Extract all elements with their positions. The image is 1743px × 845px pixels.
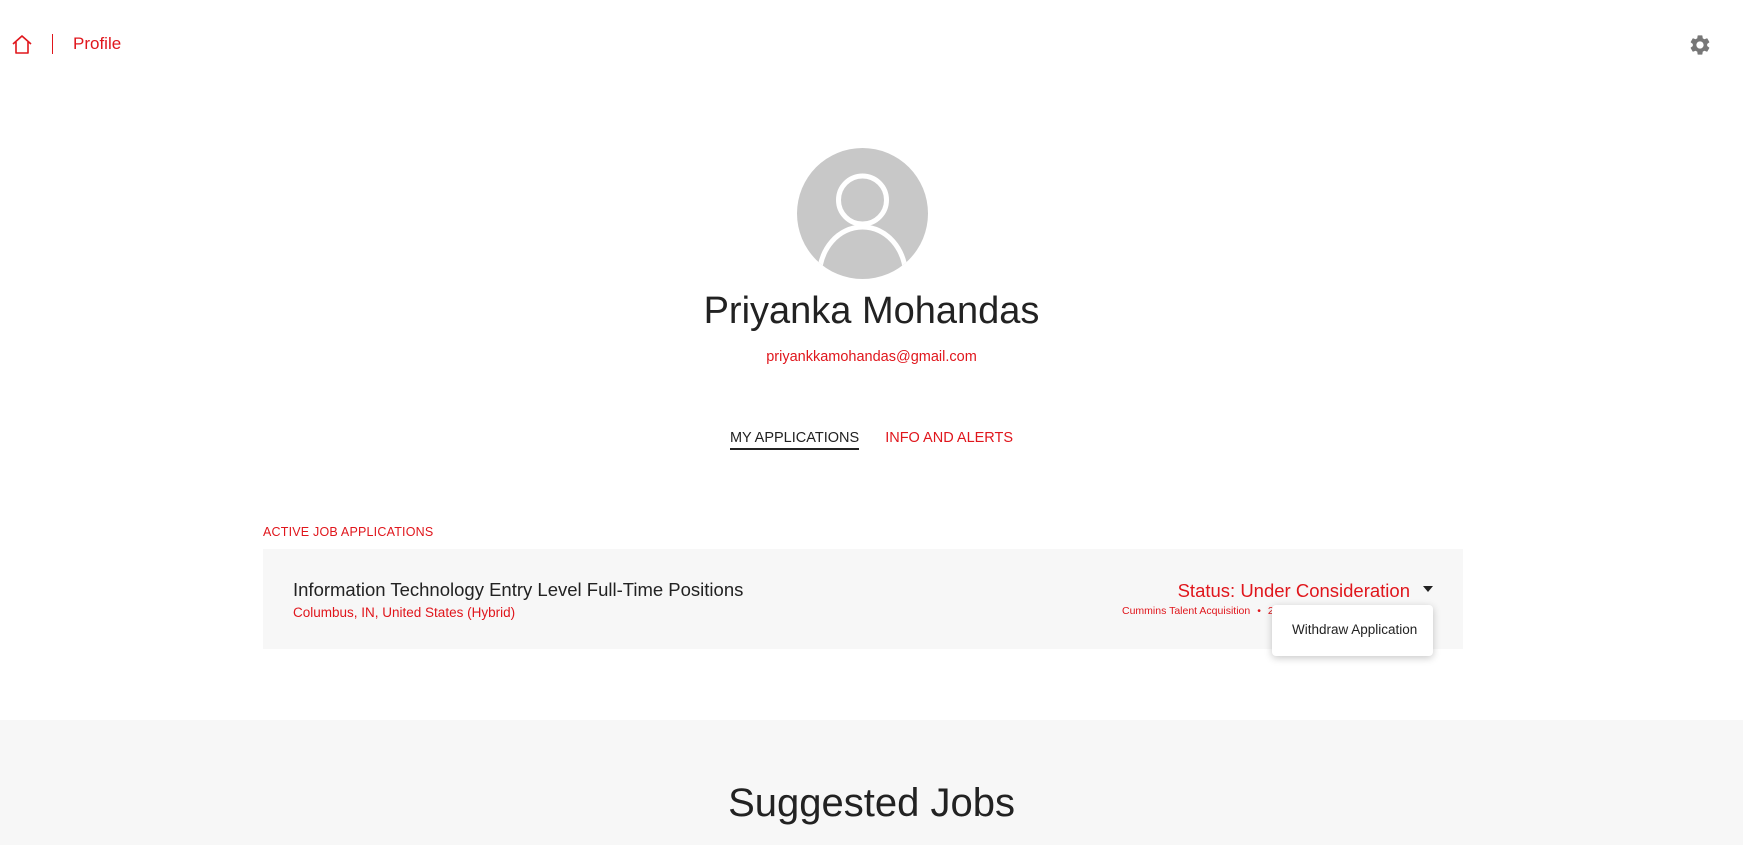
home-icon[interactable] (11, 34, 33, 54)
breadcrumb-profile: Profile (73, 34, 122, 53)
job-title-link[interactable]: Information Technology Entry Level Full-… (293, 579, 743, 601)
breadcrumb-divider (52, 34, 53, 54)
application-status: Status: Under Consideration (1177, 580, 1410, 601)
withdraw-application-menu-item[interactable]: Withdraw Application (1292, 622, 1417, 637)
section-label-active-applications: ACTIVE JOB APPLICATIONS (263, 525, 434, 539)
top-bar: Profile (0, 0, 1743, 88)
status-dropdown-menu: Withdraw Application (1272, 605, 1433, 656)
suggested-jobs-title: Suggested Jobs (728, 781, 1015, 825)
profile-name: Priyanka Mohandas (703, 290, 1040, 332)
suggested-jobs-section: Suggested Jobs (0, 720, 1743, 845)
user-silhouette-icon (816, 173, 909, 279)
tab-my-applications[interactable]: MY APPLICATIONS (729, 430, 860, 450)
job-location: Columbus, IN, United States (Hybrid) (293, 605, 516, 620)
status-dropdown-caret-icon[interactable] (1423, 586, 1433, 592)
avatar (797, 148, 928, 279)
application-meta: Cummins Talent Acquisition • 2 (1122, 605, 1274, 617)
tab-info-and-alerts[interactable]: INFO AND ALERTS (885, 430, 1013, 448)
gear-icon[interactable] (1688, 33, 1712, 57)
recruiter-name: Cummins Talent Acquisition (1122, 605, 1251, 617)
profile-tabs: MY APPLICATIONS INFO AND ALERTS (0, 430, 1743, 450)
meta-separator: • (1257, 605, 1261, 617)
profile-email[interactable]: priyankkamohandas@gmail.com (0, 349, 1743, 365)
